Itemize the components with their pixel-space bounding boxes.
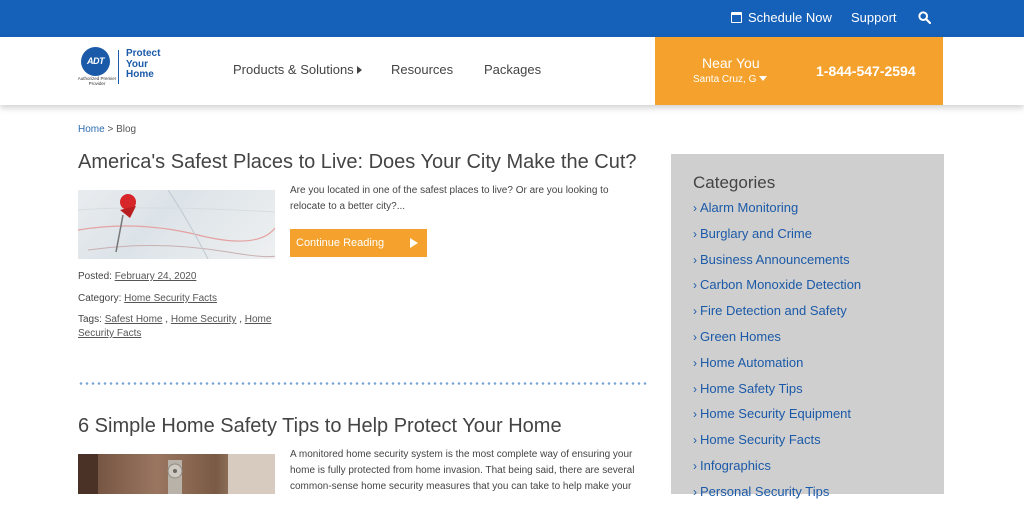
location-selector[interactable]: Santa Cruz, G: [693, 74, 768, 85]
nav-packages[interactable]: Packages: [484, 62, 541, 77]
chevron-right-icon: ›: [693, 355, 697, 370]
category-link-green-homes[interactable]: › Green Homes: [693, 329, 861, 355]
category-label: Infographics: [700, 457, 771, 473]
chevron-right-icon: ›: [693, 278, 697, 293]
authorized-provider-text: Authorized Premier Provider: [77, 76, 117, 86]
category-link-infographics[interactable]: › Infographics: [693, 458, 861, 484]
tag-link[interactable]: Safest Home: [105, 314, 163, 325]
category-label: Burglary and Crime: [700, 225, 812, 241]
tag-link[interactable]: Home Security: [171, 314, 237, 325]
chevron-right-icon: ›: [693, 381, 697, 396]
category-label: Home Safety Tips: [700, 380, 803, 396]
categories-title: Categories: [693, 173, 776, 192]
post-excerpt: Are you located in one of the safest pla…: [290, 185, 609, 212]
adt-logo: ADT: [81, 47, 110, 76]
category-link-business-announcements[interactable]: › Business Announcements: [693, 252, 861, 278]
post-excerpt: A monitored home security system is the …: [290, 449, 635, 492]
play-arrow-icon: [410, 238, 418, 248]
post-tags: Tags: Safest Home , Home Security , Home…: [78, 313, 288, 341]
chevron-right-icon: ›: [693, 226, 697, 241]
category-label: Home Automation: [700, 354, 804, 370]
caret-down-icon: [759, 76, 768, 81]
tag-separator: ,: [162, 314, 171, 325]
schedule-now-link[interactable]: Schedule Now: [731, 0, 832, 37]
breadcrumb-home[interactable]: Home: [78, 124, 105, 135]
door-lock-image: [78, 454, 275, 494]
location-city: Santa Cruz, G: [693, 74, 757, 85]
category-link[interactable]: Home Security Facts: [124, 293, 217, 304]
tag-separator: ,: [236, 314, 245, 325]
map-pin-image: [78, 190, 275, 259]
category-label: Category:: [78, 293, 122, 304]
chevron-right-icon: ›: [693, 407, 697, 422]
category-label: Alarm Monitoring: [700, 200, 799, 215]
brand-logo-text: Protect Your Home: [126, 48, 161, 80]
phone-number-link[interactable]: 1-844-547-2594: [816, 63, 916, 79]
category-label: Home Security Facts: [700, 432, 821, 448]
category-link-home-safety-tips[interactable]: › Home Safety Tips: [693, 381, 861, 407]
location-phone-panel: Near You Santa Cruz, G 1-844-547-2594: [655, 37, 943, 105]
chevron-right-icon: ›: [693, 252, 697, 267]
category-label: Business Announcements: [700, 251, 850, 267]
nav-resources[interactable]: Resources: [391, 62, 453, 77]
category-link-alarm-monitoring[interactable]: › Alarm Monitoring: [693, 200, 861, 226]
dotted-divider: [78, 382, 648, 385]
post-thumbnail-map-pin[interactable]: [78, 190, 275, 259]
search-button[interactable]: [918, 0, 932, 37]
category-label: Green Homes: [700, 328, 781, 344]
calendar-icon: [731, 12, 742, 23]
chevron-right-icon: ›: [693, 458, 697, 473]
category-link-burglary-and-crime[interactable]: › Burglary and Crime: [693, 226, 861, 252]
breadcrumb-separator: >: [104, 124, 117, 135]
post-title[interactable]: America's Safest Places to Live: Does Yo…: [78, 151, 637, 174]
posted-label: Posted:: [78, 271, 112, 282]
category-link-personal-security-tips[interactable]: › Personal Security Tips: [693, 484, 861, 510]
post-date-link[interactable]: February 24, 2020: [115, 271, 197, 282]
post-date: Posted: February 24, 2020: [78, 270, 196, 284]
category-label: Fire Detection and Safety: [700, 303, 847, 319]
logo-divider: [118, 50, 119, 84]
category-link-home-security-equipment[interactable]: › Home Security Equipment: [693, 406, 861, 432]
post-category: Category: Home Security Facts: [78, 292, 217, 306]
category-link-home-security-facts[interactable]: › Home Security Facts: [693, 432, 861, 458]
nav-products-solutions[interactable]: Products & Solutions: [233, 62, 362, 77]
continue-reading-button[interactable]: Continue Reading: [290, 229, 427, 257]
top-bar: Schedule Now Support: [0, 0, 1024, 37]
category-label: Home Security Equipment: [700, 406, 852, 422]
post-title[interactable]: 6 Simple Home Safety Tips to Help Protec…: [78, 415, 562, 438]
support-link[interactable]: Support: [851, 0, 897, 37]
tags-label: Tags:: [78, 314, 102, 325]
search-icon: [918, 11, 932, 25]
category-link-carbon-monoxide-detection[interactable]: › Carbon Monoxide Detection: [693, 277, 861, 303]
caret-right-icon: [356, 66, 362, 74]
chevron-right-icon: ›: [693, 304, 697, 319]
nav-products-label: Products & Solutions: [233, 62, 354, 77]
chevron-right-icon: ›: [693, 433, 697, 448]
category-link-home-automation[interactable]: › Home Automation: [693, 355, 861, 381]
chevron-right-icon: ›: [693, 201, 697, 215]
chevron-right-icon: ›: [693, 484, 697, 499]
schedule-now-label: Schedule Now: [748, 10, 832, 25]
category-link-fire-detection-and-safety[interactable]: › Fire Detection and Safety: [693, 303, 861, 329]
categories-list: › Alarm Monitoring › Burglary and Crime › Bus…: [693, 200, 861, 510]
post-thumbnail-door-lock[interactable]: [78, 454, 275, 494]
category-label: Carbon Monoxide Detection: [700, 277, 862, 293]
breadcrumb-current: Blog: [116, 124, 137, 135]
continue-reading-label: Continue Reading: [296, 237, 385, 249]
category-label: Personal Security Tips: [700, 483, 830, 499]
near-you-label: Near You: [702, 55, 760, 71]
categories-sidebar: Categories › Alarm Monitoring › Burglary an…: [671, 154, 944, 499]
chevron-right-icon: ›: [693, 329, 697, 344]
breadcrumb: Home > Blog: [78, 124, 136, 135]
